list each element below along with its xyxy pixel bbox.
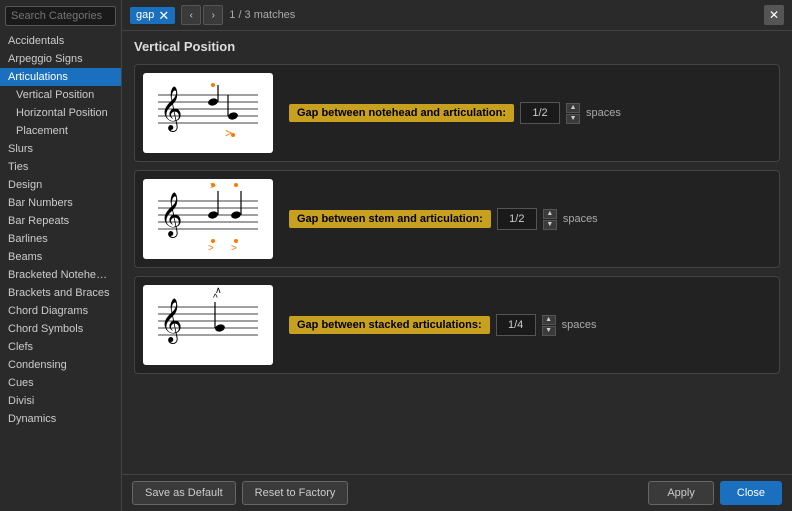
- sidebar-item-horizontal-position[interactable]: Horizontal Position: [0, 104, 121, 122]
- sidebar-item-articulations[interactable]: Articulations: [0, 68, 121, 86]
- svg-text:∧: ∧: [215, 287, 222, 295]
- sidebar-list: AccidentalsArpeggio SignsArticulationsVe…: [0, 32, 121, 511]
- sidebar-item-bar-repeats[interactable]: Bar Repeats: [0, 212, 121, 230]
- cards-area: 𝄞 > G: [122, 58, 792, 474]
- card-1-label: Gap between notehead and articulation:: [289, 104, 514, 122]
- search-tag: gap ✕: [130, 7, 175, 24]
- sidebar-item-cues[interactable]: Cues: [0, 374, 121, 392]
- svg-text:>: >: [225, 126, 232, 140]
- card-1-spinner: ▲ ▼: [566, 103, 580, 124]
- card-2-content: Gap between stem and articulation: ▲ ▼ s…: [289, 208, 771, 230]
- close-button[interactable]: Close: [720, 481, 782, 505]
- sidebar-item-beams[interactable]: Beams: [0, 248, 121, 266]
- sidebar-item-slurs[interactable]: Slurs: [0, 140, 121, 158]
- sidebar-item-bracketed-noteheads[interactable]: Bracketed Noteheads: [0, 266, 121, 284]
- card-1-unit: spaces: [586, 107, 621, 119]
- sidebar-item-barlines[interactable]: Barlines: [0, 230, 121, 248]
- search-tag-text: gap: [136, 9, 154, 21]
- sidebar-item-chord-diagrams[interactable]: Chord Diagrams: [0, 302, 121, 320]
- sidebar-item-accidentals[interactable]: Accidentals: [0, 32, 121, 50]
- card-2-spinner: ▲ ▼: [543, 209, 557, 230]
- card-3-value-input[interactable]: [496, 314, 536, 336]
- card-2-spinner-up[interactable]: ▲: [543, 209, 557, 219]
- sidebar-item-brackets-and-braces[interactable]: Brackets and Braces: [0, 284, 121, 302]
- sidebar-item-arpeggio-signs[interactable]: Arpeggio Signs: [0, 50, 121, 68]
- card-3-spinner-down[interactable]: ▼: [542, 326, 556, 336]
- card-3-spinner: ▲ ▼: [542, 315, 556, 336]
- apply-button[interactable]: Apply: [648, 481, 714, 505]
- search-tag-close-icon[interactable]: ✕: [158, 9, 169, 22]
- card-1-value-input[interactable]: [520, 102, 560, 124]
- sidebar-item-design[interactable]: Design: [0, 176, 121, 194]
- nav-next-button[interactable]: ›: [203, 5, 223, 25]
- bottom-bar: Save as Default Reset to Factory Apply C…: [122, 474, 792, 511]
- search-box: [0, 0, 121, 32]
- card-2-value-input[interactable]: [497, 208, 537, 230]
- card-3-unit: spaces: [562, 319, 597, 331]
- sidebar-item-placement[interactable]: Placement: [0, 122, 121, 140]
- top-close-button[interactable]: ✕: [764, 5, 784, 25]
- nav-prev-button[interactable]: ‹: [181, 5, 201, 25]
- card-1-notation: 𝄞 >: [143, 73, 273, 153]
- sidebar-item-condensing[interactable]: Condensing: [0, 356, 121, 374]
- search-input[interactable]: [5, 6, 116, 26]
- card-1-spinner-up[interactable]: ▲: [566, 103, 580, 113]
- svg-text:𝄞: 𝄞: [160, 193, 182, 238]
- sidebar-item-dynamics[interactable]: Dynamics: [0, 410, 121, 428]
- card-3-notation: 𝄞 ^ ∧: [143, 285, 273, 365]
- match-count: 1 / 3 matches: [229, 9, 295, 21]
- card-2-notation: 𝄞 >: [143, 179, 273, 259]
- card-2-spinner-down[interactable]: ▼: [543, 220, 557, 230]
- save-as-default-button[interactable]: Save as Default: [132, 481, 236, 505]
- card-1-spinner-down[interactable]: ▼: [566, 114, 580, 124]
- sidebar: AccidentalsArpeggio SignsArticulationsVe…: [0, 0, 122, 511]
- card-1: 𝄞 > G: [134, 64, 780, 162]
- svg-text:>: >: [208, 243, 214, 254]
- svg-text:>: >: [231, 243, 237, 254]
- top-bar: gap ✕ ‹ › 1 / 3 matches ✕: [122, 0, 792, 31]
- sidebar-item-bar-numbers[interactable]: Bar Numbers: [0, 194, 121, 212]
- svg-text:𝄞: 𝄞: [160, 87, 182, 132]
- card-2-unit: spaces: [563, 213, 598, 225]
- card-3-label: Gap between stacked articulations:: [289, 316, 490, 334]
- sidebar-item-clefs[interactable]: Clefs: [0, 338, 121, 356]
- sidebar-item-vertical-position[interactable]: Vertical Position: [0, 86, 121, 104]
- svg-text:𝄞: 𝄞: [160, 299, 182, 344]
- sidebar-item-ties[interactable]: Ties: [0, 158, 121, 176]
- card-3: 𝄞 ^ ∧ Gap between stacked articulations:…: [134, 276, 780, 374]
- card-2: 𝄞 >: [134, 170, 780, 268]
- card-2-label: Gap between stem and articulation:: [289, 210, 491, 228]
- card-1-content: Gap between notehead and articulation: ▲…: [289, 102, 771, 124]
- reset-to-factory-button[interactable]: Reset to Factory: [242, 481, 349, 505]
- sidebar-item-chord-symbols[interactable]: Chord Symbols: [0, 320, 121, 338]
- main-content: gap ✕ ‹ › 1 / 3 matches ✕ Vertical Posit…: [122, 0, 792, 511]
- nav-buttons: ‹ ›: [181, 5, 223, 25]
- sidebar-item-divisi[interactable]: Divisi: [0, 392, 121, 410]
- section-title: Vertical Position: [122, 31, 792, 58]
- card-3-spinner-up[interactable]: ▲: [542, 315, 556, 325]
- card-3-content: Gap between stacked articulations: ▲ ▼ s…: [289, 314, 771, 336]
